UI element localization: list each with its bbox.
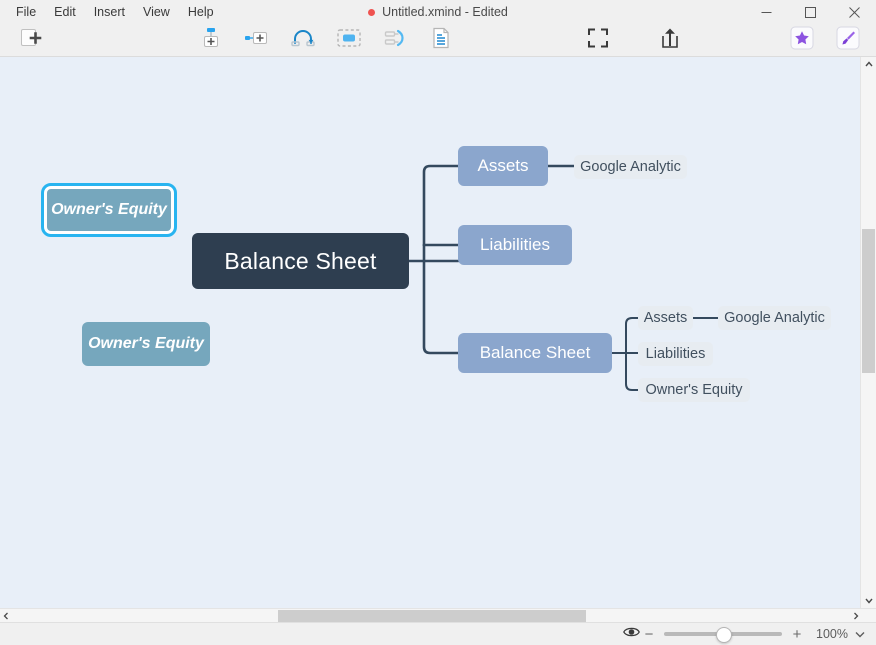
boundary-button[interactable] [334, 26, 364, 54]
close-button[interactable] [832, 0, 876, 24]
vertical-scrollbar[interactable] [860, 57, 876, 608]
scroll-left-button[interactable] [0, 609, 12, 623]
add-topic-icon [244, 28, 268, 53]
menu-item-view[interactable]: View [134, 1, 179, 23]
eye-icon [622, 625, 640, 643]
horizontal-scroll-thumb[interactable] [278, 610, 586, 622]
scroll-right-button[interactable] [850, 609, 862, 623]
notes-icon [431, 27, 451, 54]
brush-icon [836, 26, 860, 55]
add-topic-button[interactable] [241, 26, 271, 54]
new-sheet-button[interactable] [16, 26, 46, 54]
node-label: Assets [643, 310, 688, 326]
node-label: Liabilities [480, 235, 550, 254]
node-floating-owners-equity-selected[interactable]: Owner's Equity [41, 183, 177, 237]
zoom-in-button[interactable]: + [790, 626, 804, 643]
unsaved-changes-dot [368, 8, 376, 16]
node-leaf-owners-equity[interactable]: Owner's Equity [638, 378, 750, 402]
zoom-dropdown-button[interactable] [852, 625, 868, 643]
undo-button[interactable] [288, 26, 318, 54]
chevron-down-icon [855, 631, 865, 637]
style-brush-button[interactable] [833, 26, 863, 54]
node-label: Owner's Equity [51, 201, 167, 218]
chevron-up-icon [864, 61, 873, 67]
node-leaf-assets[interactable]: Assets [638, 306, 693, 330]
node-central-balance-sheet[interactable]: Balance Sheet [192, 233, 409, 289]
add-subtopic-button[interactable] [196, 26, 226, 54]
horizontal-scrollbar[interactable] [0, 608, 876, 623]
node-branch-balance-sheet[interactable]: Balance Sheet [458, 333, 612, 373]
node-label: Owner's Equity [88, 335, 204, 352]
add-subtopic-icon [200, 27, 222, 54]
node-leaf-google-analytic-2[interactable]: Google Analytic [718, 306, 831, 330]
zoom-slider[interactable] [664, 627, 783, 643]
node-floating-owners-equity[interactable]: Owner's Equity [82, 322, 210, 366]
menu-item-edit[interactable]: Edit [45, 1, 85, 23]
zoom-slider-thumb[interactable] [716, 627, 733, 643]
vertical-scroll-thumb[interactable] [862, 229, 875, 373]
node-label: Balance Sheet [224, 247, 377, 274]
title-bar: File Edit Insert View Help Untitled.xmin… [0, 0, 876, 24]
mindmap-surface[interactable]: Balance Sheet Assets Liabilities Balance… [0, 57, 876, 608]
scroll-up-button[interactable] [861, 57, 876, 71]
undo-icon [291, 28, 315, 53]
window-controls [744, 0, 876, 24]
toolbar [0, 24, 876, 57]
chevron-right-icon [854, 612, 859, 620]
fullscreen-icon [588, 28, 608, 53]
menu-bar: File Edit Insert View Help [0, 0, 223, 24]
pro-star-button[interactable] [787, 26, 817, 54]
node-label: Assets [477, 156, 529, 175]
node-label: Google Analytic [724, 310, 825, 326]
visibility-toggle-button[interactable] [620, 623, 642, 645]
notes-button[interactable] [426, 26, 456, 54]
node-branch-assets[interactable]: Assets [458, 146, 548, 186]
star-icon [790, 26, 814, 55]
fullscreen-button[interactable] [583, 26, 613, 54]
status-bar: − + 100% [0, 622, 876, 645]
node-label: Google Analytic [580, 159, 681, 175]
xmind-window: File Edit Insert View Help Untitled.xmin… [0, 0, 876, 645]
export-button[interactable] [655, 26, 685, 54]
node-label: Balance Sheet [479, 343, 591, 362]
menu-item-file[interactable]: File [7, 1, 45, 23]
zoom-level-label: 100% [816, 627, 848, 641]
scroll-down-button[interactable] [861, 594, 876, 608]
relationship-button[interactable] [380, 26, 410, 54]
node-branch-liabilities[interactable]: Liabilities [458, 225, 572, 265]
node-label: Owner's Equity [645, 382, 743, 398]
menu-item-insert[interactable]: Insert [85, 1, 134, 23]
maximize-button[interactable] [788, 0, 832, 24]
mindmap-canvas[interactable]: Balance Sheet Assets Liabilities Balance… [0, 57, 876, 608]
boundary-icon [337, 28, 361, 53]
node-leaf-google-analytic-1[interactable]: Google Analytic [574, 155, 687, 179]
node-leaf-liabilities[interactable]: Liabilities [638, 342, 713, 366]
zoom-out-button[interactable]: − [642, 626, 656, 643]
chevron-left-icon [3, 612, 8, 620]
minimize-button[interactable] [744, 0, 788, 24]
export-icon [660, 27, 680, 54]
relationship-icon [383, 28, 407, 53]
menu-item-help[interactable]: Help [179, 1, 223, 23]
new-sheet-icon [20, 28, 42, 53]
node-label: Liabilities [645, 346, 706, 362]
document-title-text: Untitled.xmind - Edited [382, 5, 508, 19]
chevron-down-icon [864, 598, 873, 604]
